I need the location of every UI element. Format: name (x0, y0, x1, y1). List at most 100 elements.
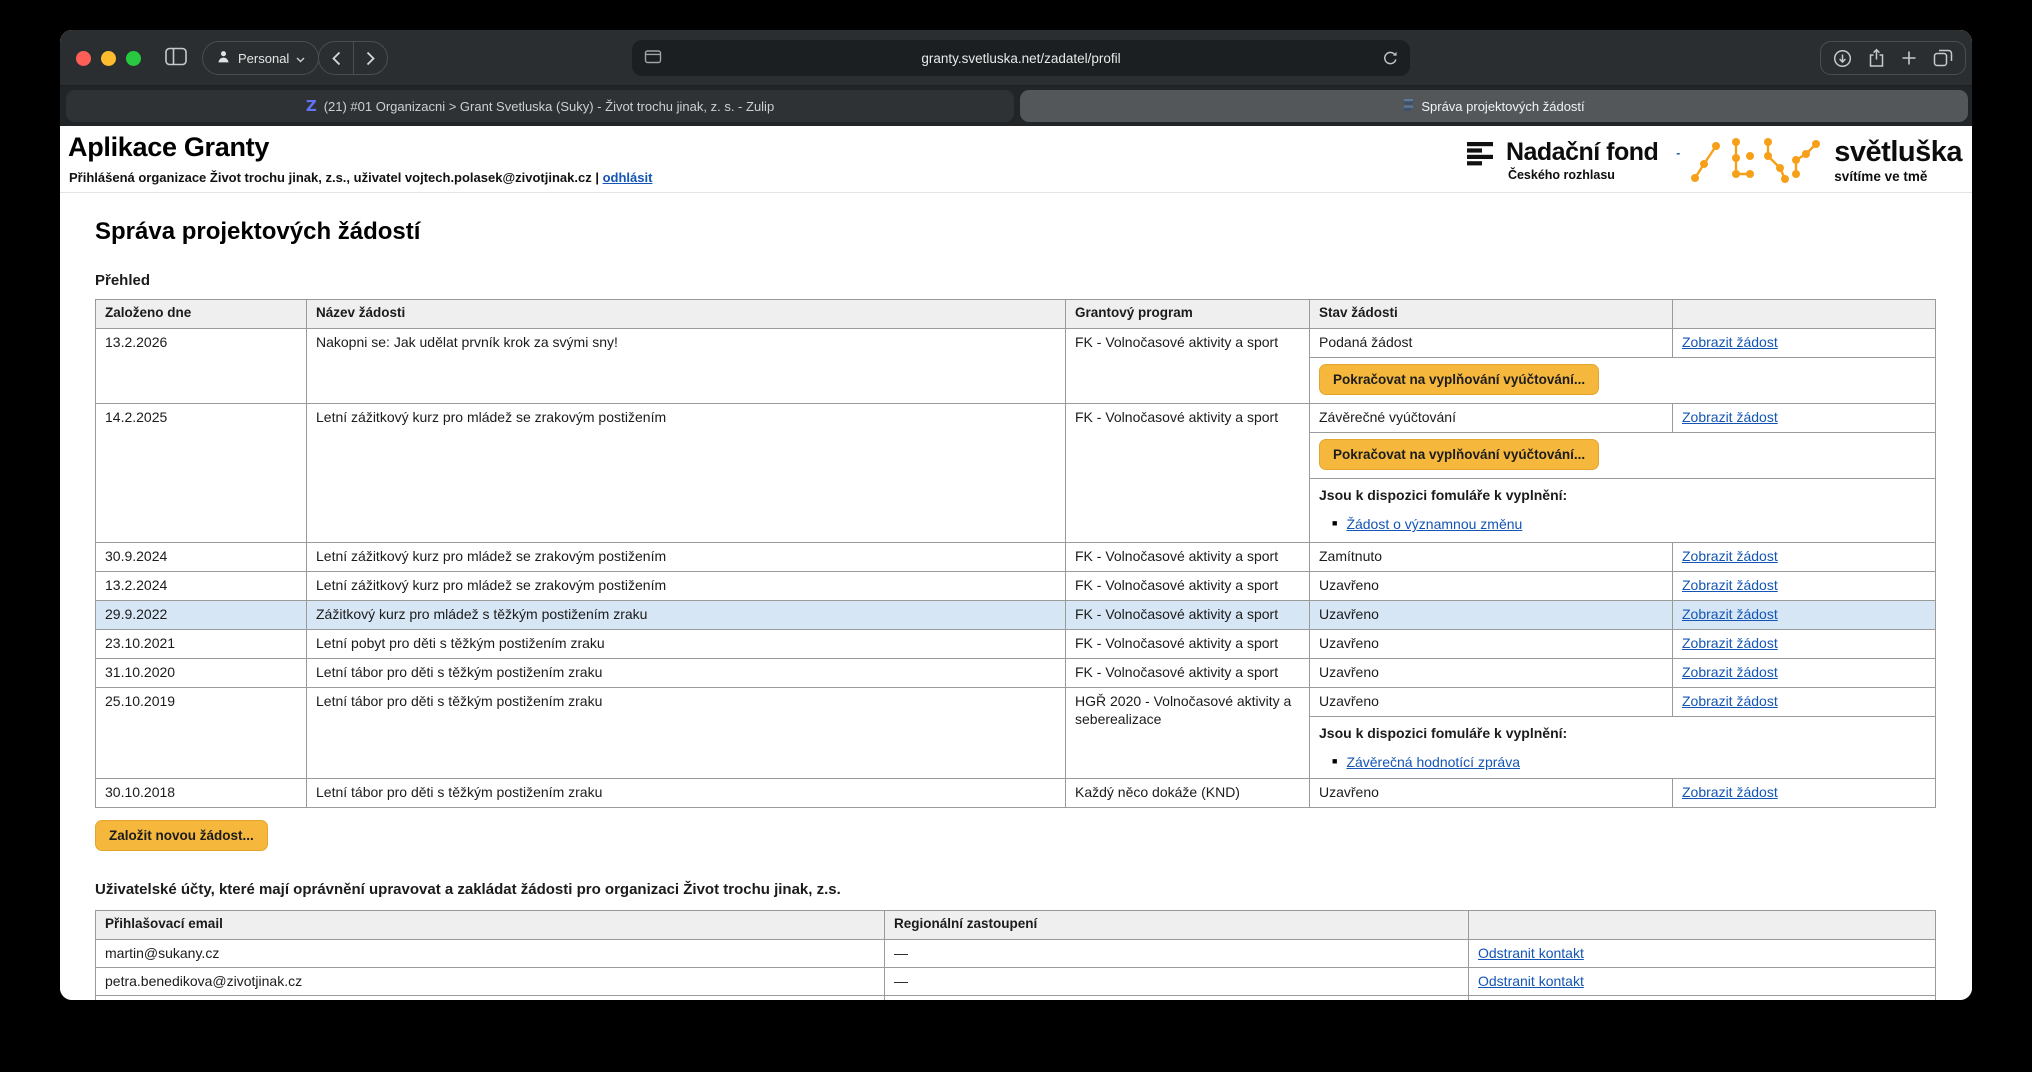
cell-date: 14.2.2025 (96, 404, 307, 543)
table-row: 13.2.2026 Nakopni se: Jak udělat prvník … (96, 329, 1936, 358)
tabs-icon (1933, 49, 1953, 67)
logo-separator-dash: - (1676, 146, 1680, 160)
cell-actions (1469, 996, 1936, 1000)
cell-actions: Zobrazit žádost (1673, 601, 1936, 630)
cell-name: Letní tábor pro děti s těžkým postižením… (307, 688, 1066, 779)
cell-status: Uzavřeno (1310, 779, 1673, 808)
nadacni-fond-logo: Nadační fond Českého rozhlasu (1467, 140, 1658, 182)
view-application-link[interactable]: Zobrazit žádost (1682, 635, 1778, 651)
downloads-button[interactable] (1833, 49, 1852, 68)
cell-program: FK - Volnočasové aktivity a sport (1066, 601, 1310, 630)
cell-date: 31.10.2020 (96, 659, 307, 688)
cell-actions: Zobrazit žádost (1673, 779, 1936, 808)
granty-favicon-icon (1403, 98, 1414, 114)
view-application-link[interactable]: Zobrazit žádost (1682, 606, 1778, 622)
cell-continue: Pokračovat na vyplňování vyúčtování... (1310, 358, 1936, 404)
col-header-region: Regionální zastoupení (885, 911, 1469, 940)
cell-forms: Jsou k dispozici fomuláře k vyplnění: ■ … (1310, 717, 1936, 779)
logout-link[interactable]: odhlásit (603, 170, 653, 185)
new-tab-button[interactable] (1901, 50, 1917, 66)
col-header-actions (1673, 300, 1936, 329)
reload-button[interactable] (1378, 47, 1402, 69)
back-button[interactable] (319, 42, 353, 74)
cell-status: Uzavřeno (1310, 601, 1673, 630)
cell-program: FK - Volnočasové aktivity a sport (1066, 543, 1310, 572)
app-title: Aplikace Granty (68, 132, 269, 163)
cell-actions: Odstranit kontakt (1469, 968, 1936, 996)
page-settings-icon[interactable] (644, 49, 662, 70)
view-application-link[interactable]: Zobrazit žádost (1682, 548, 1778, 564)
form-list-item: ■ Závěrečná hodnotící zpráva (1332, 753, 1926, 771)
cell-actions: Zobrazit žádost (1673, 543, 1936, 572)
view-application-link[interactable]: Zobrazit žádost (1682, 577, 1778, 593)
cell-status: Uzavřeno (1310, 630, 1673, 659)
profile-label: Personal (238, 51, 289, 66)
col-header-status: Stav žádosti (1310, 300, 1673, 329)
sidebar-toggle-button[interactable] (158, 41, 194, 75)
chevron-down-icon (296, 51, 305, 66)
tab-zulip[interactable]: Z (21) #01 Organizacni > Grant Svetluska… (66, 90, 1014, 122)
cell-region: — (885, 968, 1469, 996)
cell-name: Letní zážitkový kurz pro mládež se zrako… (307, 543, 1066, 572)
cell-email: petra.benedikova@zivotjinak.cz (96, 968, 885, 996)
header-divider (60, 192, 1972, 193)
form-link[interactable]: Závěrečná hodnotící zpráva (1346, 753, 1520, 771)
cell-actions: Zobrazit žádost (1673, 659, 1936, 688)
col-header-program: Grantový program (1066, 300, 1310, 329)
partner-logos: Nadační fond Českého rozhlasu - (1467, 132, 1962, 190)
share-button[interactable] (1868, 48, 1885, 68)
cell-status: Závěrečné vyúčtování (1310, 404, 1673, 433)
table-row: petra.benedikova@zivotjinak.cz — Odstran… (96, 968, 1936, 996)
col-header-date: Založeno dne (96, 300, 307, 329)
cell-actions: Zobrazit žádost (1673, 688, 1936, 717)
view-application-link[interactable]: Zobrazit žádost (1682, 784, 1778, 800)
remove-contact-link[interactable]: Odstranit kontakt (1478, 973, 1584, 989)
view-application-link[interactable]: Zobrazit žádost (1682, 409, 1778, 425)
back-arrow-icon (331, 51, 342, 66)
view-application-link[interactable]: Zobrazit žádost (1682, 664, 1778, 680)
cell-actions: Zobrazit žádost (1673, 329, 1936, 358)
cell-name: Nakopni se: Jak udělat prvník krok za sv… (307, 329, 1066, 404)
cell-program: FK - Volnočasové aktivity a sport (1066, 572, 1310, 601)
download-icon (1833, 49, 1852, 68)
table-header-row: Přihlašovací email Regionální zastoupení (96, 911, 1936, 940)
cell-date: 25.10.2019 (96, 688, 307, 779)
continue-settlement-button[interactable]: Pokračovat na vyplňování vyúčtování... (1319, 364, 1599, 395)
cell-name: Letní pobyt pro děti s těžkým postižením… (307, 630, 1066, 659)
cell-status: Uzavřeno (1310, 572, 1673, 601)
col-header-name: Název žádosti (307, 300, 1066, 329)
cell-date: 13.2.2024 (96, 572, 307, 601)
form-link[interactable]: Žádost o významnou změnu (1346, 515, 1522, 533)
view-application-link[interactable]: Zobrazit žádost (1682, 693, 1778, 709)
view-application-link[interactable]: Zobrazit žádost (1682, 334, 1778, 350)
cell-program: FK - Volnočasové aktivity a sport (1066, 329, 1310, 404)
cell-program: HGŘ 2020 - Volnočasové aktivity a sebere… (1066, 688, 1310, 779)
zoom-window-button[interactable] (126, 51, 141, 66)
login-info-text: Přihlášená organizace Život trochu jinak… (69, 170, 603, 185)
cell-name: Letní zážitkový kurz pro mládež se zrako… (307, 404, 1066, 543)
form-list-item: ■ Žádost o významnou změnu (1332, 515, 1926, 533)
person-icon (216, 49, 231, 67)
forms-available-label: Jsou k dispozici fomuláře k vyplnění: (1319, 486, 1926, 504)
cell-email: martin@sukany.cz (96, 940, 885, 968)
cell-status: Uzavřeno (1310, 659, 1673, 688)
tab-granty[interactable]: Správa projektových žádostí (1020, 90, 1968, 122)
new-application-button[interactable]: Založit novou žádost... (95, 820, 268, 851)
continue-settlement-button[interactable]: Pokračovat na vyplňování vyúčtování... (1319, 439, 1599, 470)
cell-forms: Jsou k dispozici fomuláře k vyplnění: ■ … (1310, 479, 1936, 543)
tab-overview-button[interactable] (1933, 49, 1953, 67)
profile-menu-button[interactable]: Personal (202, 41, 319, 75)
login-info: Přihlášená organizace Život trochu jinak… (69, 170, 652, 185)
table-row: 14.2.2025 Letní zážitkový kurz pro mláde… (96, 404, 1936, 433)
cell-status: Uzavřeno (1310, 688, 1673, 717)
remove-contact-link[interactable]: Odstranit kontakt (1478, 945, 1584, 961)
address-bar[interactable]: granty.svetluska.net/zadatel/profil (632, 40, 1410, 76)
svetluska-logo: světluška svítíme ve tmě (1834, 138, 1962, 184)
cell-name: Letní tábor pro děti s těžkým postižením… (307, 659, 1066, 688)
close-window-button[interactable] (76, 51, 91, 66)
forward-button[interactable] (353, 42, 387, 74)
minimize-window-button[interactable] (101, 51, 116, 66)
browser-window: Personal granty.svetluska.net/zadatel/pr… (60, 30, 1972, 1000)
history-nav (318, 41, 388, 75)
accounts-table: Přihlašovací email Regionální zastoupení… (95, 910, 1936, 1000)
